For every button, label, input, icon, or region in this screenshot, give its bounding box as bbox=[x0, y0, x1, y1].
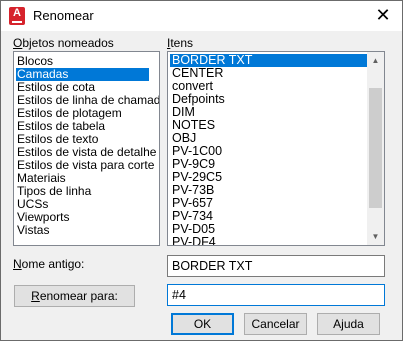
rename-to-field[interactable]: #4 bbox=[167, 284, 385, 306]
list-item[interactable]: Vistas bbox=[16, 224, 149, 237]
named-objects-label: Objetos nomeados bbox=[13, 36, 114, 50]
cancel-button[interactable]: Cancelar bbox=[244, 313, 307, 335]
scroll-thumb[interactable] bbox=[369, 88, 382, 208]
window-title: Renomear bbox=[33, 8, 94, 23]
close-icon[interactable]: ✕ bbox=[374, 6, 392, 24]
list-item[interactable]: NOTES bbox=[170, 119, 370, 132]
items-scrollbar[interactable]: ▲ ▼ bbox=[367, 52, 384, 245]
scroll-up-icon[interactable]: ▲ bbox=[367, 52, 384, 69]
list-item[interactable]: Defpoints bbox=[170, 93, 370, 106]
rename-dialog: Renomear ✕ Objetos nomeados Itens Blocos… bbox=[0, 0, 403, 341]
old-name-label: Nome antigo: bbox=[13, 257, 85, 271]
ok-button[interactable]: OK bbox=[171, 313, 234, 335]
title-bar: Renomear ✕ bbox=[1, 1, 402, 31]
rename-to-button[interactable]: Renomear para: bbox=[14, 285, 135, 307]
old-name-field: BORDER TXT bbox=[167, 255, 385, 277]
named-objects-list[interactable]: Blocos Camadas Estilos de cota Estilos d… bbox=[13, 51, 160, 246]
scroll-down-icon[interactable]: ▼ bbox=[367, 228, 384, 245]
help-button[interactable]: Ajuda bbox=[317, 313, 380, 335]
items-label: Itens bbox=[167, 36, 194, 50]
list-item[interactable]: PV-DF4 bbox=[170, 236, 370, 246]
autocad-icon bbox=[9, 7, 25, 25]
items-list[interactable]: BORDER TXT CENTER convert Defpoints DIM … bbox=[167, 51, 385, 246]
